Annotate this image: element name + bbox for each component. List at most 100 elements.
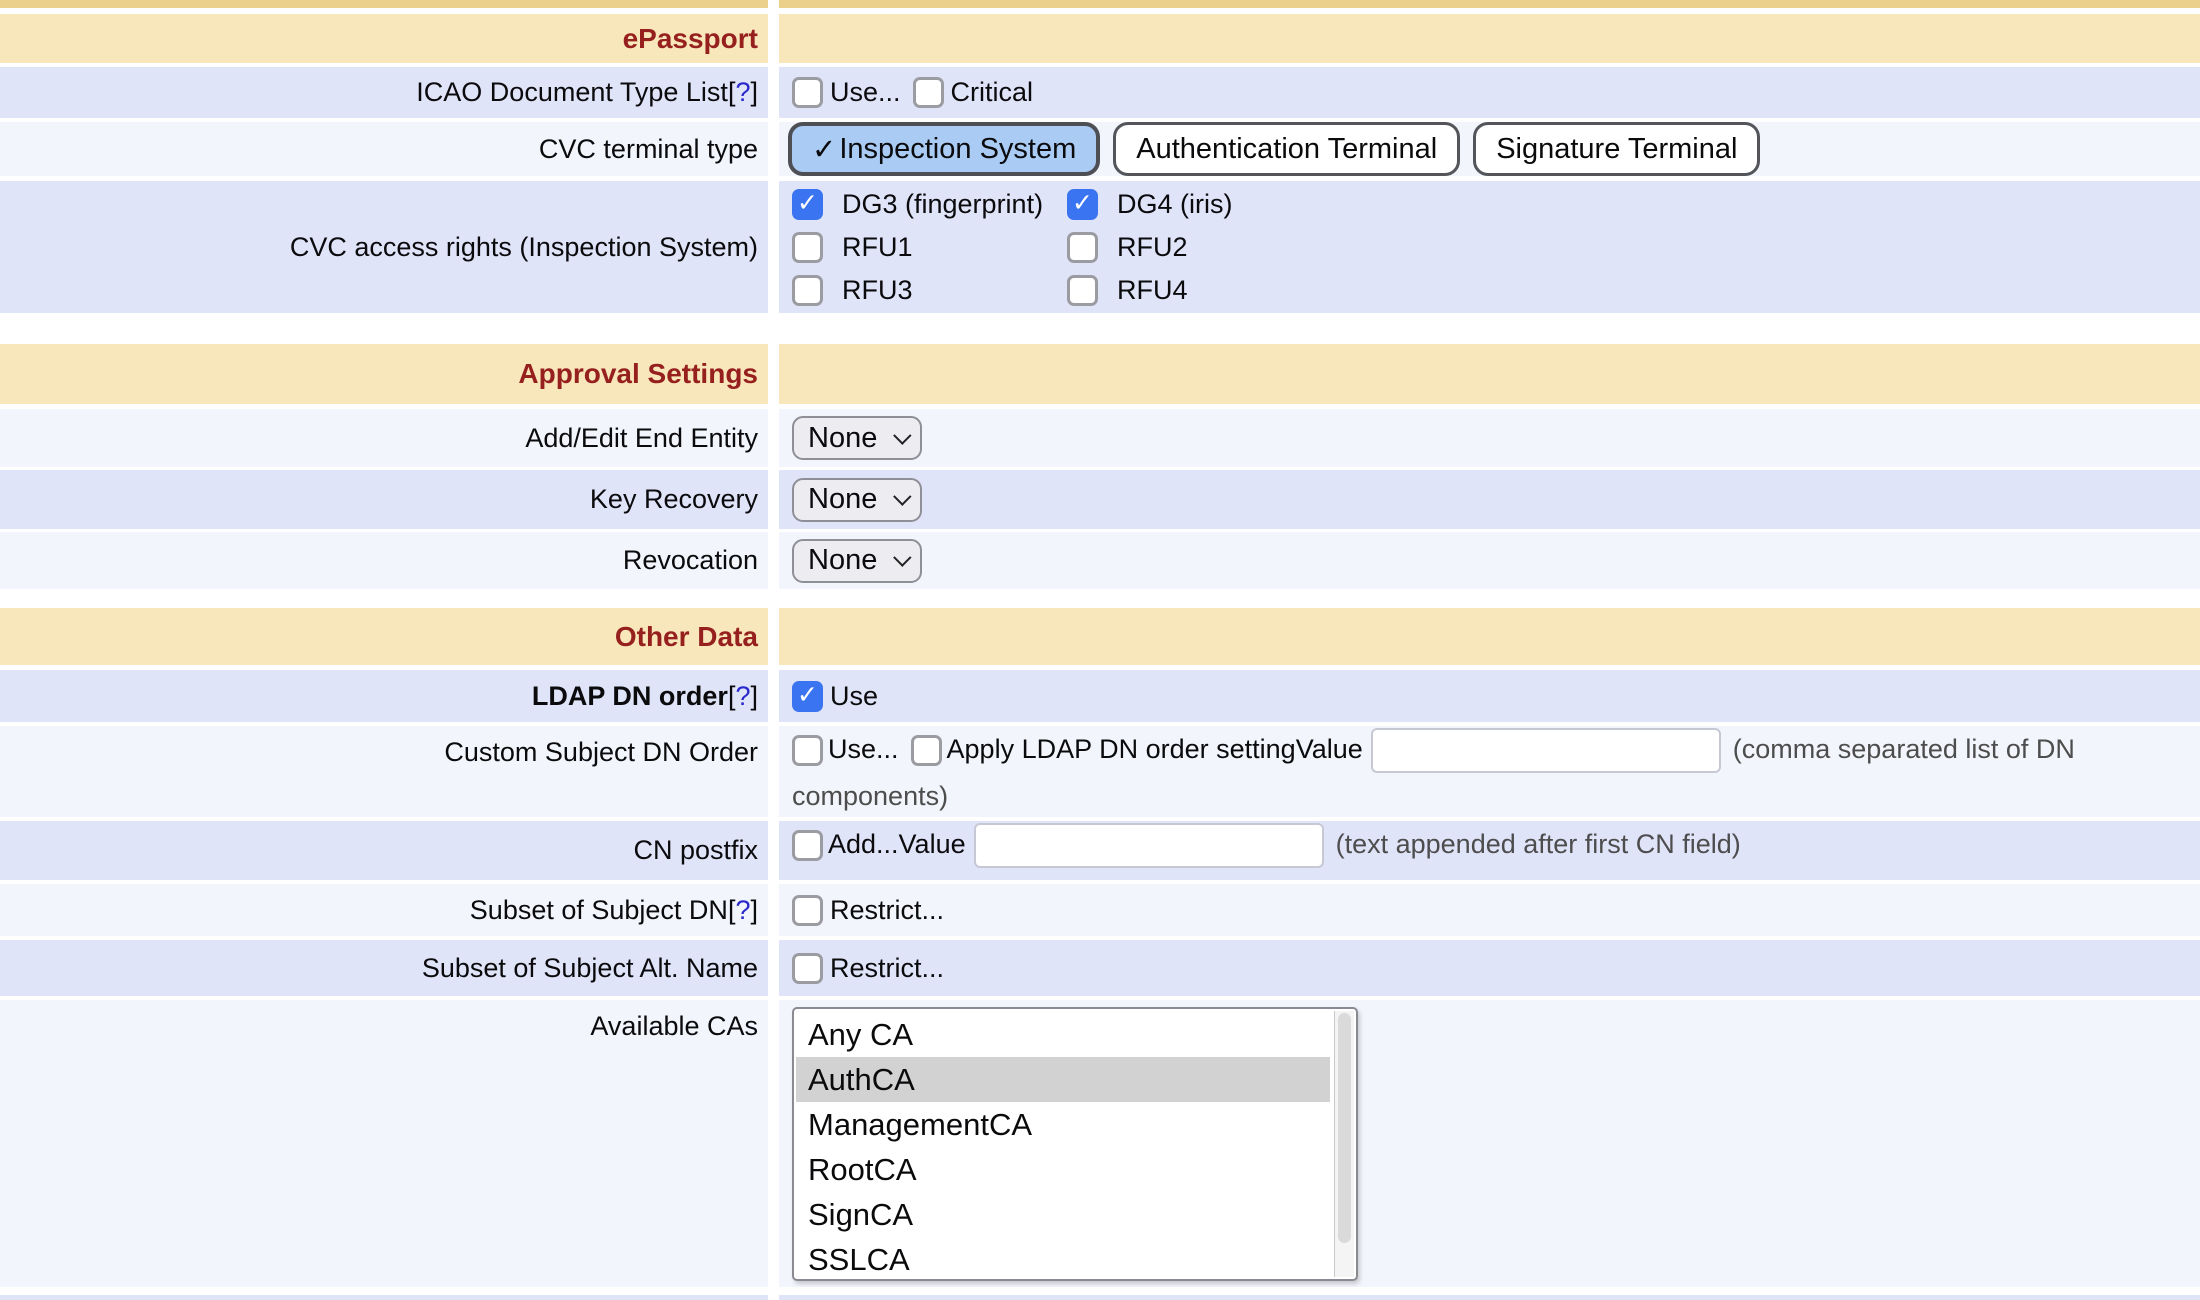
next-row-strip-right: [779, 1295, 2200, 1300]
ca-option-signca[interactable]: SignCA: [796, 1192, 1330, 1237]
section-header-approval-spacer: [779, 344, 2200, 404]
ca-option-authca[interactable]: AuthCA: [796, 1057, 1330, 1102]
row-key-recovery: Key Recovery None: [0, 470, 2200, 529]
icao-critical-checkbox[interactable]: [913, 77, 944, 108]
rfu1-checkbox[interactable]: [792, 232, 823, 263]
subset-subject-dn-restrict-label: Restrict...: [830, 895, 944, 926]
section-header-epassport-spacer: [779, 14, 2200, 63]
section-header-other-data-spacer: [779, 608, 2200, 665]
subset-subject-dn-restrict-checkbox[interactable]: [792, 895, 823, 926]
subset-subject-alt-name-label: Subset of Subject Alt. Name: [422, 953, 758, 984]
dg4-iris-checkbox[interactable]: ✓: [1067, 189, 1098, 220]
row-ldap-dn-order: LDAP DN order[?] ✓ Use: [0, 670, 2200, 722]
checkmark-icon: ✓: [1072, 191, 1093, 216]
ldap-dn-order-help-link[interactable]: ?: [735, 681, 750, 711]
rfu4-checkbox-label: RFU4: [1117, 275, 1188, 306]
cvc-terminal-type-label: CVC terminal type: [539, 134, 758, 165]
key-recovery-label: Key Recovery: [590, 484, 758, 515]
cn-postfix-hint: (text appended after first CN field): [1336, 829, 1741, 859]
subset-subject-alt-name-restrict-checkbox[interactable]: [792, 953, 823, 984]
section-title-approval-settings: Approval Settings: [518, 358, 758, 390]
next-row-strip: [0, 1295, 2200, 1300]
previous-section-strip-left: [0, 0, 768, 8]
chevron-down-icon: [893, 426, 911, 444]
subset-subject-alt-name-restrict-label: Restrict...: [830, 953, 944, 984]
previous-section-strip-right: [779, 0, 2200, 8]
add-edit-end-entity-label: Add/Edit End Entity: [525, 423, 758, 454]
ldap-dn-order-label: LDAP DN order[?]: [532, 681, 758, 712]
section-header-other-data: Other Data: [0, 608, 2200, 665]
rfu2-checkbox-label: RFU2: [1117, 232, 1188, 263]
rfu4-checkbox[interactable]: [1067, 275, 1098, 306]
icao-critical-checkbox-label: Critical: [951, 77, 1034, 108]
listbox-scrollbar[interactable]: [1334, 1011, 1354, 1277]
apply-ldap-dn-order-checkbox-label: Apply LDAP DN order setting: [947, 734, 1296, 764]
chevron-down-icon: [893, 487, 911, 505]
icao-document-type-list-label: ICAO Document Type List[?]: [416, 77, 758, 108]
revocation-select[interactable]: None: [792, 539, 922, 583]
authentication-terminal-button[interactable]: Authentication Terminal: [1113, 122, 1460, 176]
available-cas-listbox[interactable]: Any CA AuthCA ManagementCA RootCA SignCA…: [792, 1007, 1358, 1281]
subset-subject-dn-help-link[interactable]: ?: [735, 895, 750, 925]
cn-postfix-input[interactable]: [974, 823, 1324, 868]
help-bracket-close: ]: [750, 77, 758, 107]
cn-postfix-value-label: Value: [899, 829, 966, 859]
help-bracket-close: ]: [750, 895, 758, 925]
dg4-iris-checkbox-label: DG4 (iris): [1117, 189, 1233, 220]
cn-postfix-add-checkbox[interactable]: [792, 830, 823, 861]
ca-option-sslca[interactable]: SSLCA: [796, 1237, 1330, 1281]
rfu1-checkbox-label: RFU1: [842, 232, 913, 263]
add-edit-end-entity-select[interactable]: None: [792, 416, 922, 460]
add-edit-end-entity-select-value: None: [808, 422, 877, 455]
apply-ldap-dn-order-checkbox[interactable]: [911, 735, 942, 766]
next-row-strip-left: [0, 1295, 768, 1300]
cn-postfix-label: CN postfix: [633, 835, 758, 866]
checkmark-icon: ✓: [797, 683, 818, 708]
custom-dn-order-input[interactable]: [1371, 728, 1721, 773]
rfu3-checkbox-label: RFU3: [842, 275, 913, 306]
icao-use-checkbox[interactable]: [792, 77, 823, 108]
key-recovery-select-value: None: [808, 483, 877, 516]
section-title-other-data: Other Data: [615, 621, 758, 653]
key-recovery-select[interactable]: None: [792, 478, 922, 522]
available-cas-label: Available CAs: [590, 1008, 758, 1044]
row-add-edit-end-entity: Add/Edit End Entity None: [0, 409, 2200, 467]
inspection-system-button-label: Inspection System: [839, 133, 1076, 166]
custom-dn-value-label: Value: [1296, 734, 1363, 764]
section-title-epassport: ePassport: [623, 23, 758, 55]
chevron-down-icon: [893, 548, 911, 566]
row-custom-subject-dn-order: Custom Subject DN Order Use...Apply LDAP…: [0, 726, 2200, 817]
row-cn-postfix: CN postfix Add...Value(text appended aft…: [0, 821, 2200, 880]
authentication-terminal-button-label: Authentication Terminal: [1136, 133, 1437, 166]
ca-option-any-ca[interactable]: Any CA: [796, 1012, 1330, 1057]
listbox-scrollbar-thumb[interactable]: [1338, 1013, 1351, 1243]
revocation-label: Revocation: [623, 545, 758, 576]
ca-option-managementca[interactable]: ManagementCA: [796, 1102, 1330, 1147]
previous-section-strip: [0, 0, 2200, 8]
inspection-system-button[interactable]: ✓Inspection System: [788, 122, 1100, 176]
ldap-dn-order-use-checkbox-label: Use: [830, 681, 878, 712]
rfu2-checkbox[interactable]: [1067, 232, 1098, 263]
ldap-dn-order-use-checkbox[interactable]: ✓: [792, 681, 823, 712]
cvc-access-rights-label: CVC access rights (Inspection System): [290, 232, 758, 263]
icao-help-link[interactable]: ?: [735, 77, 750, 107]
custom-dn-use-checkbox[interactable]: [792, 735, 823, 766]
section-header-epassport: ePassport: [0, 14, 2200, 63]
signature-terminal-button-label: Signature Terminal: [1496, 133, 1737, 166]
ca-option-rootca[interactable]: RootCA: [796, 1147, 1330, 1192]
row-available-cas: Available CAs Any CA AuthCA ManagementCA…: [0, 1000, 2200, 1287]
help-bracket-close: ]: [750, 681, 758, 711]
icao-use-checkbox-label: Use...: [830, 77, 901, 108]
signature-terminal-button[interactable]: Signature Terminal: [1473, 122, 1760, 176]
row-icao-document-type-list: ICAO Document Type List[?] Use... Critic…: [0, 67, 2200, 118]
row-subset-of-subject-alt-name: Subset of Subject Alt. Name Restrict...: [0, 940, 2200, 996]
rfu3-checkbox[interactable]: [792, 275, 823, 306]
row-revocation: Revocation None: [0, 532, 2200, 589]
dg3-fingerprint-checkbox-label: DG3 (fingerprint): [842, 189, 1043, 220]
subset-subject-dn-label: Subset of Subject DN[?]: [470, 895, 758, 926]
row-cvc-terminal-type: CVC terminal type ✓Inspection System Aut…: [0, 122, 2200, 176]
checkmark-icon: ✓: [797, 191, 818, 216]
dg3-fingerprint-checkbox[interactable]: ✓: [792, 189, 823, 220]
section-header-approval-settings: Approval Settings: [0, 344, 2200, 404]
custom-dn-use-checkbox-label: Use...: [828, 734, 899, 764]
